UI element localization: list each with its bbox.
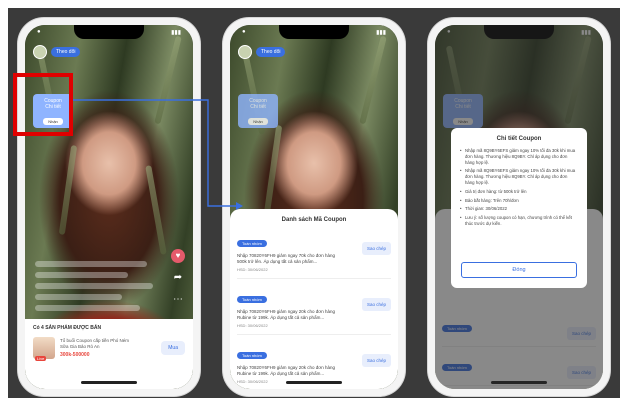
screenshot-backdrop: ● ▮▮▮ Theo dõi Coupon Chi tiết Nhận ♥ ➦ ⋯ — [8, 8, 620, 398]
flow-arrow — [72, 99, 243, 210]
highlight-box — [13, 73, 73, 136]
